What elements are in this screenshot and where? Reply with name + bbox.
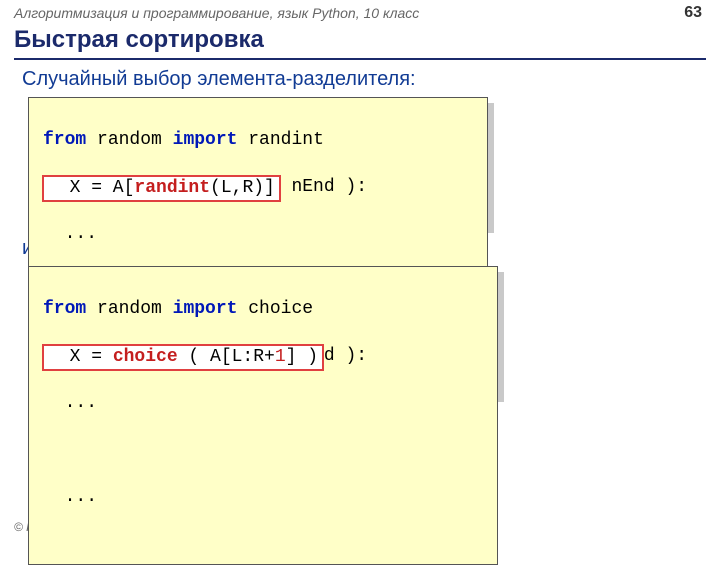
txt-randint: randint [237,130,323,150]
kw-import-2: import [173,299,238,319]
codebox-2-body: from random import choice def qSort ( A,… [28,266,498,565]
hl1-call: randint [134,178,210,198]
page-number: 63 [684,4,702,22]
kw-from: from [43,130,86,150]
code2-l5: ... [43,486,483,509]
hl2-one: 1 [275,347,286,367]
codebox-2: from random import choice def qSort ( A,… [28,266,498,396]
content: Случайный выбор элемента-разделителя: fr… [0,60,720,396]
txt-mod-2: random [86,299,172,319]
code2-l3: ... [43,392,483,415]
highlight-box-1: X = A[randint(L,R)] [42,175,281,202]
hl2-call: choice [113,347,178,367]
highlight-box-2: X = choice ( A[L:R+1] ) [42,344,324,371]
hl2-pre: X = [48,347,113,367]
code1-l3: ... [43,223,473,246]
hl1-pre: X = A[ [48,178,134,198]
kw-import: import [173,130,238,150]
kw-from-2: from [43,299,86,319]
hl1-post: (L,R)] [210,178,275,198]
txt-choice: choice [237,299,313,319]
txt-mod: random [86,130,172,150]
page-title: Быстрая сортировка [14,26,706,56]
hl2-post: ] ) [286,347,318,367]
course-label: Алгоритмизация и программирование, язык … [14,5,419,21]
codebox-1: from random import randint def qSort ( A… [28,97,488,227]
hl2-mid: ( A[L:R+ [178,347,275,367]
section1-heading: Случайный выбор элемента-разделителя: [22,68,700,91]
header-bar: Алгоритмизация и программирование, язык … [0,0,720,24]
code2-l4-placeholder [43,439,483,462]
